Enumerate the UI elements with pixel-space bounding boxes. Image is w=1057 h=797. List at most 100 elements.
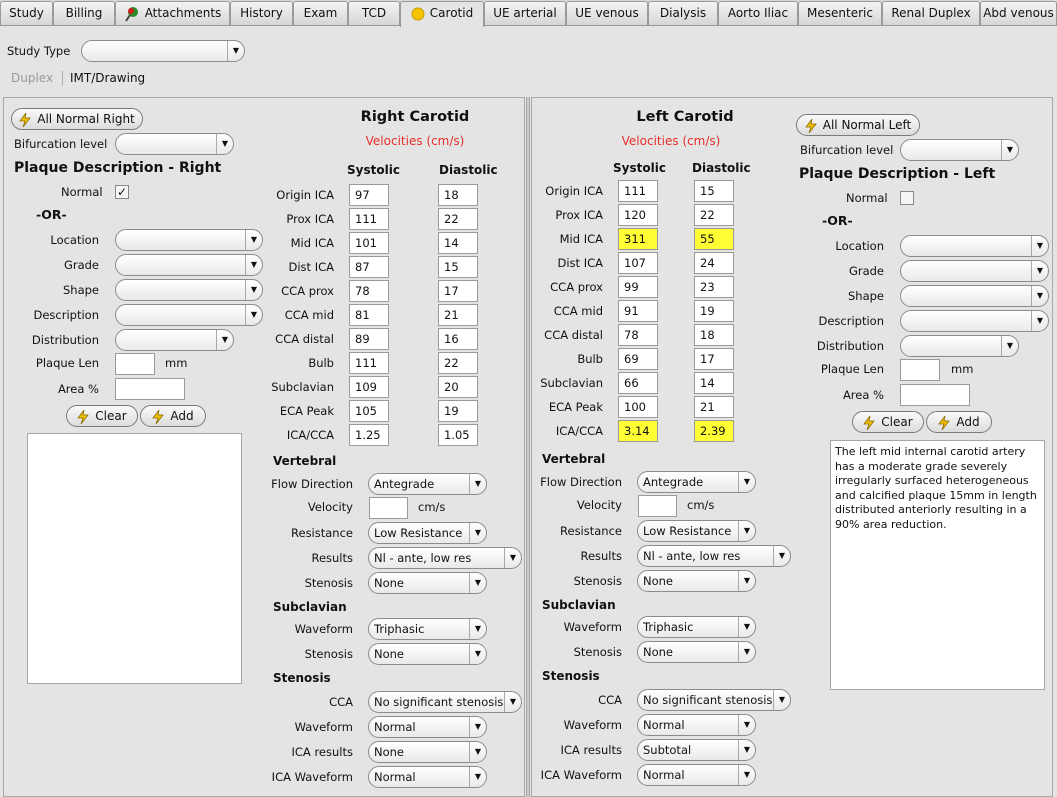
plaque-len-input[interactable] [900,359,940,381]
ica-waveform-select[interactable]: Normal ▼ [368,766,487,788]
diastolic-input[interactable]: 16 [438,328,478,350]
ica-results-select[interactable]: Subtotal ▼ [637,739,756,761]
cca-stenosis-select[interactable]: No significant stenosis ▼ [368,691,522,713]
systolic-input[interactable]: 87 [349,256,389,278]
systolic-input[interactable]: 100 [618,396,658,418]
ica-waveform-select[interactable]: Normal ▼ [637,764,756,786]
location-select[interactable]: ▼ [115,229,263,251]
diastolic-input[interactable]: 14 [694,372,734,394]
systolic-input[interactable]: 66 [618,372,658,394]
plaque-notes-textarea[interactable] [27,433,242,684]
normal-checkbox[interactable]: ✓ [115,185,129,199]
diastolic-input[interactable]: 1.05 [438,424,478,446]
tab-ue-arterial[interactable]: UE arterial [484,1,566,25]
tab-tcd[interactable]: TCD [348,1,400,25]
diastolic-input[interactable]: 22 [694,204,734,226]
distribution-select[interactable]: ▼ [115,329,234,351]
resistance-select[interactable]: Low Resistance ▼ [368,522,487,544]
resistance-select[interactable]: Low Resistance ▼ [637,520,756,542]
tab-attachments[interactable]: Attachments [115,1,230,25]
systolic-input[interactable]: 107 [618,252,658,274]
diastolic-input[interactable]: 19 [438,400,478,422]
diastolic-input[interactable]: 23 [694,276,734,298]
bifurcation-level-select[interactable]: ▼ [900,139,1019,161]
subclavian-waveform-select[interactable]: Triphasic ▼ [368,618,487,640]
diastolic-input[interactable]: 19 [694,300,734,322]
subtab-imt-drawing[interactable]: IMT/Drawing [70,71,145,85]
systolic-input[interactable]: 1.25 [349,424,389,446]
stenosis-select[interactable]: None ▼ [368,572,487,594]
tab-carotid[interactable]: Carotid [400,1,484,27]
grade-select[interactable]: ▼ [115,254,263,276]
diastolic-input[interactable]: 21 [438,304,478,326]
diastolic-input-highlighted[interactable]: 55 [694,228,734,250]
all-normal-right-button[interactable]: All Normal Right [11,108,143,130]
shape-select[interactable]: ▼ [900,285,1049,307]
all-normal-left-button[interactable]: All Normal Left [796,114,920,136]
diastolic-input[interactable]: 18 [438,184,478,206]
clear-button[interactable]: Clear [852,411,924,433]
tab-history[interactable]: History [230,1,293,25]
distribution-select[interactable]: ▼ [900,335,1019,357]
stenosis-waveform-select[interactable]: Normal ▼ [368,716,487,738]
systolic-input[interactable]: 111 [618,180,658,202]
study-type-select[interactable]: ▼ [81,40,245,62]
split-divider[interactable] [526,97,530,797]
add-button[interactable]: Add [926,411,992,433]
systolic-input[interactable]: 101 [349,232,389,254]
velocity-input[interactable] [369,497,408,519]
subclavian-stenosis-select[interactable]: None ▼ [637,641,756,663]
diastolic-input[interactable]: 17 [694,348,734,370]
tab-renal-duplex[interactable]: Renal Duplex [882,1,980,25]
systolic-input[interactable]: 91 [618,300,658,322]
systolic-input-highlighted[interactable]: 3.14 [618,420,658,442]
bifurcation-level-select[interactable]: ▼ [115,133,234,155]
description-select[interactable]: ▼ [115,304,263,326]
systolic-input[interactable]: 81 [349,304,389,326]
systolic-input[interactable]: 120 [618,204,658,226]
tab-dialysis[interactable]: Dialysis [648,1,718,25]
ica-results-select[interactable]: None ▼ [368,741,487,763]
diastolic-input[interactable]: 15 [438,256,478,278]
diastolic-input[interactable]: 20 [438,376,478,398]
systolic-input[interactable]: 109 [349,376,389,398]
area-input[interactable] [900,384,970,406]
description-select[interactable]: ▼ [900,310,1049,332]
stenosis-select[interactable]: None ▼ [637,570,756,592]
diastolic-input[interactable]: 21 [694,396,734,418]
flow-direction-select[interactable]: Antegrade ▼ [637,471,756,493]
diastolic-input[interactable]: 24 [694,252,734,274]
add-button[interactable]: Add [140,405,206,427]
tab-mesenteric[interactable]: Mesenteric [798,1,882,25]
systolic-input[interactable]: 111 [349,208,389,230]
plaque-notes-textarea[interactable]: The left mid internal carotid artery has… [830,440,1045,690]
systolic-input[interactable]: 99 [618,276,658,298]
tab-exam[interactable]: Exam [293,1,348,25]
cca-stenosis-select[interactable]: No significant stenosis ▼ [637,689,791,711]
clear-button[interactable]: Clear [66,405,138,427]
systolic-input[interactable]: 97 [349,184,389,206]
tab-study[interactable]: Study [0,1,53,25]
subclavian-stenosis-select[interactable]: None ▼ [368,643,487,665]
systolic-input[interactable]: 105 [349,400,389,422]
systolic-input[interactable]: 89 [349,328,389,350]
subtab-duplex[interactable]: Duplex [11,71,53,85]
systolic-input[interactable]: 69 [618,348,658,370]
diastolic-input[interactable]: 18 [694,324,734,346]
results-select[interactable]: Nl - ante, low res ▼ [637,545,791,567]
systolic-input[interactable]: 111 [349,352,389,374]
flow-direction-select[interactable]: Antegrade ▼ [368,473,487,495]
normal-checkbox[interactable] [900,191,914,205]
tab-ue-venous[interactable]: UE venous [566,1,648,25]
diastolic-input-highlighted[interactable]: 2.39 [694,420,734,442]
location-select[interactable]: ▼ [900,235,1049,257]
shape-select[interactable]: ▼ [115,279,263,301]
subclavian-waveform-select[interactable]: Triphasic ▼ [637,616,756,638]
velocity-input[interactable] [638,495,677,517]
tab-abd-venous[interactable]: Abd venous [980,1,1057,25]
stenosis-waveform-select[interactable]: Normal ▼ [637,714,756,736]
results-select[interactable]: Nl - ante, low res ▼ [368,547,522,569]
tab-billing[interactable]: Billing [53,1,115,25]
systolic-input[interactable]: 78 [349,280,389,302]
systolic-input-highlighted[interactable]: 311 [618,228,658,250]
